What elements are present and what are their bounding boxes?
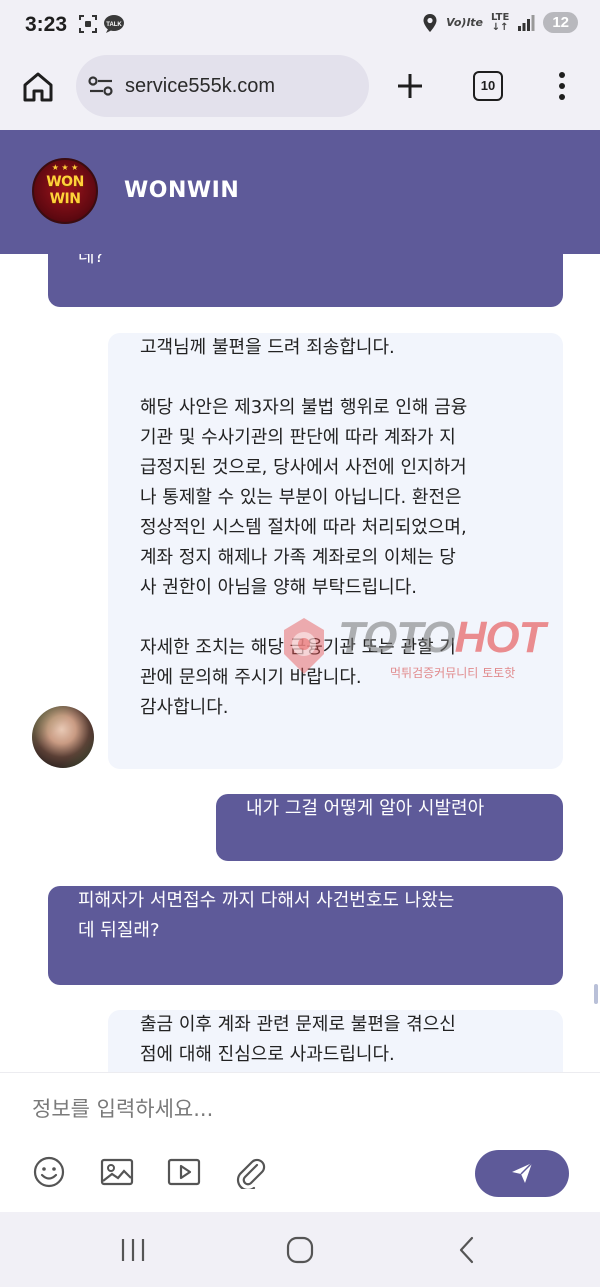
brand-name: WONWIN	[124, 178, 240, 203]
message-line: 데 뒤질래?	[78, 920, 160, 941]
volte-label: Vo)lte	[446, 16, 483, 29]
image-icon[interactable]	[100, 1155, 134, 1189]
message-line: 출금 이후 계좌 관련 문제로 불편을 겪으신	[140, 1014, 456, 1035]
agent-message: 출금 이후 계좌 관련 문제로 불편을 겪으신점에 대해 진심으로 사과드립니다…	[108, 1010, 563, 1072]
scrollbar-thumb[interactable]	[594, 984, 598, 1004]
back-icon[interactable]	[452, 1234, 484, 1266]
emoji-icon[interactable]	[32, 1155, 66, 1189]
message-line: 피해자가 서면접수 까지 다해서 사건번호도 나왔는	[78, 890, 455, 911]
message-line: 데?	[78, 254, 105, 267]
agent-message: 고객님께 불편을 드려 죄송합니다. 해당 사안은 제3자의 불법 행위로 인해 …	[108, 333, 563, 769]
recent-apps-icon[interactable]	[117, 1234, 149, 1266]
message-line	[140, 603, 531, 633]
message-line: 감사합니다.	[140, 697, 229, 718]
message-line: 관에 문의해 주시기 바랍니다.	[140, 667, 362, 688]
attachment-icon[interactable]	[233, 1155, 267, 1189]
home-nav-icon[interactable]	[284, 1234, 316, 1266]
system-navigation-bar	[0, 1212, 600, 1287]
message-input[interactable]	[32, 1093, 552, 1125]
site-settings-icon[interactable]	[88, 75, 114, 97]
talk-label: TALK	[106, 22, 122, 28]
message-line: 사 권한이 아님을 양해 부탁드립니다.	[140, 577, 418, 598]
url-text[interactable]: service555k.com	[125, 75, 275, 98]
send-icon	[512, 1162, 533, 1183]
browser-toolbar: service555k.com 10	[0, 52, 600, 130]
brand-logo: ★ ★ ★ WON WIN	[32, 158, 98, 224]
new-tab-icon[interactable]	[394, 70, 426, 102]
status-indicators: Vo)lte LTE ↓↑ 12	[422, 12, 578, 33]
message-line: 해당 사안은 제3자의 불법 행위로 인해 금융	[140, 397, 468, 418]
status-time: 3:23	[25, 13, 68, 36]
tab-switcher-button[interactable]: 10	[473, 71, 503, 101]
location-icon	[423, 13, 437, 32]
battery-indicator: 12	[543, 12, 578, 33]
user-message: 피해자가 서면접수 까지 다해서 사건번호도 나왔는데 뒤질래?	[48, 886, 563, 985]
signal-icon	[518, 14, 535, 31]
home-icon[interactable]	[20, 69, 56, 105]
message-line: 기관 및 수사기관의 판단에 따라 계좌가 지	[140, 427, 456, 448]
video-icon[interactable]	[167, 1155, 201, 1189]
chat-header: ★ ★ ★ WON WIN WONWIN	[0, 130, 600, 254]
message-line: 계좌 정지 해제나 가족 계좌로의 이체는 당	[140, 547, 456, 568]
send-button[interactable]	[475, 1150, 569, 1197]
logo-stars: ★ ★ ★	[51, 163, 79, 172]
logo-line2: WIN	[49, 191, 81, 207]
logo-line1: WON	[46, 174, 84, 190]
status-bar: 3:23 TALK Vo)lte LTE ↓↑ 12	[0, 0, 600, 52]
message-line: 고객님께 불편을 드려 죄송합니다.	[140, 337, 395, 358]
agent-avatar	[32, 706, 94, 768]
message-line	[140, 363, 531, 393]
chat-messages[interactable]: 데? 고객님께 불편을 드려 죄송합니다. 해당 사안은 제3자의 불법 행위로 …	[0, 254, 600, 1072]
message-line: 급정지된 것으로, 당사에서 사전에 인지하거	[140, 457, 467, 478]
user-message: 내가 그걸 어떻게 알아 시발련아	[216, 794, 563, 861]
message-line: 내가 그걸 어떻게 알아 시발련아	[246, 798, 485, 819]
message-line: 점에 대해 진심으로 사과드립니다.	[140, 1044, 395, 1065]
message-composer	[0, 1072, 600, 1212]
message-line: 정상적인 시스템 절차에 따라 처리되었으며,	[140, 517, 467, 538]
screenshot-icon	[79, 15, 97, 33]
address-bar[interactable]: service555k.com	[76, 55, 369, 117]
more-menu-icon[interactable]	[552, 70, 572, 102]
user-message: 데?	[48, 254, 563, 307]
message-line: 자세한 조치는 해당 금융기관 또는 관할 기	[140, 637, 456, 658]
message-line: 나 통제할 수 있는 부분이 아닙니다. 환전은	[140, 487, 462, 508]
lte-indicator: LTE ↓↑	[490, 11, 510, 33]
talk-icon: TALK	[104, 15, 124, 33]
